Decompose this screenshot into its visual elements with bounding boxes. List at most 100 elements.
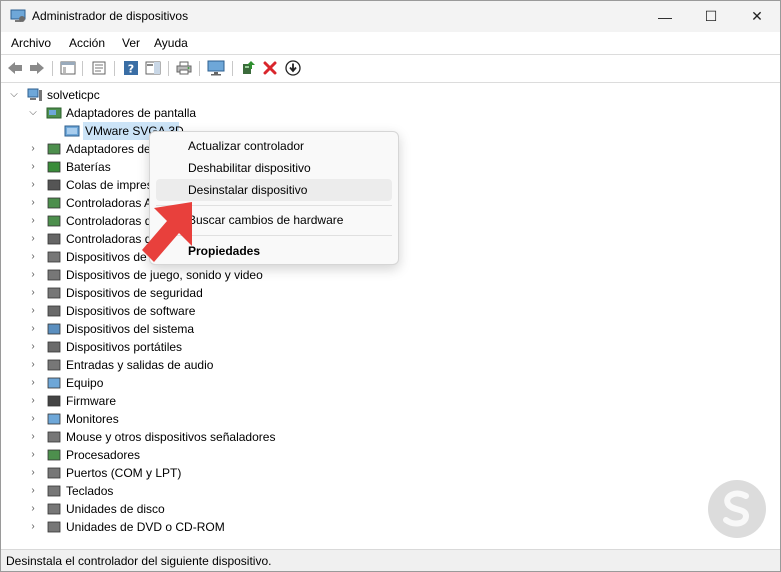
expand-chevron-icon[interactable]: › bbox=[28, 464, 38, 482]
tree-category[interactable]: › Dispositivos de seguridad bbox=[1, 284, 301, 302]
tree-root[interactable]: ⌵ solveticpc bbox=[1, 86, 301, 104]
title-bar: Administrador de dispositivos — ☐ ✕ bbox=[1, 1, 780, 32]
tree-category[interactable]: › Unidades de DVD o CD-ROM bbox=[1, 518, 301, 536]
print-button[interactable] bbox=[175, 59, 193, 77]
toolbar-separator bbox=[232, 61, 233, 76]
category-label: Puertos (COM y LPT) bbox=[66, 466, 182, 480]
download-circle-icon bbox=[285, 60, 301, 76]
expand-chevron-icon[interactable]: › bbox=[28, 284, 38, 302]
category-label: Dispositivos portátiles bbox=[66, 340, 183, 354]
collapse-chevron-icon[interactable]: ⌵ bbox=[28, 104, 38, 122]
menu-ayuda[interactable]: Ayuda bbox=[154, 36, 188, 50]
expand-chevron-icon[interactable]: › bbox=[28, 482, 38, 500]
help-button[interactable]: ? bbox=[122, 59, 140, 77]
display-adapter-icon bbox=[46, 107, 62, 119]
tree-category[interactable]: › Teclados bbox=[1, 482, 301, 500]
tree-category[interactable]: › Equipo bbox=[1, 374, 301, 392]
tree-category[interactable]: › Entradas y salidas de audio bbox=[1, 356, 301, 374]
expand-chevron-icon[interactable]: › bbox=[28, 302, 38, 320]
update-driver-icon bbox=[243, 61, 255, 74]
tree-category[interactable]: › Dispositivos del sistema bbox=[1, 320, 301, 338]
expand-chevron-icon[interactable]: › bbox=[28, 392, 38, 410]
category-label: Equipo bbox=[66, 376, 104, 390]
expand-chevron-icon[interactable]: › bbox=[28, 338, 38, 356]
expand-chevron-icon[interactable]: › bbox=[28, 320, 38, 338]
expand-chevron-icon[interactable]: › bbox=[28, 500, 38, 518]
collapse-chevron-icon[interactable]: ⌵ bbox=[9, 86, 19, 104]
expand-chevron-icon[interactable]: › bbox=[28, 374, 38, 392]
menu-item-disable-device[interactable]: Deshabilitar dispositivo bbox=[156, 157, 392, 179]
category-label: Adaptadores de pantalla bbox=[66, 106, 197, 120]
tree-category[interactable]: › Procesadores bbox=[1, 446, 301, 464]
category-icon bbox=[47, 341, 61, 353]
expand-chevron-icon[interactable]: › bbox=[28, 356, 38, 374]
console-tree-icon bbox=[60, 61, 76, 75]
category-icon bbox=[47, 449, 61, 461]
tree-category[interactable]: › Mouse y otros dispositivos señaladores bbox=[1, 428, 301, 446]
toolbar-separator bbox=[168, 61, 169, 76]
close-icon: ✕ bbox=[751, 8, 763, 24]
expand-chevron-icon[interactable]: › bbox=[28, 176, 38, 194]
menu-item-uninstall-device[interactable]: Desinstalar dispositivo bbox=[156, 179, 392, 201]
expand-chevron-icon[interactable]: › bbox=[28, 518, 38, 536]
expand-chevron-icon[interactable]: › bbox=[28, 446, 38, 464]
tree-category[interactable]: › Unidades de disco bbox=[1, 500, 301, 518]
category-label: Teclados bbox=[66, 484, 114, 498]
category-icon bbox=[47, 269, 61, 281]
enable-device-button[interactable] bbox=[284, 59, 302, 77]
menu-item-label: Actualizar controlador bbox=[188, 139, 305, 153]
window-title: Administrador de dispositivos bbox=[32, 9, 189, 23]
device-manager-window: Administrador de dispositivos — ☐ ✕ Arch… bbox=[0, 0, 781, 572]
status-bar: Desinstala el controlador del siguiente … bbox=[1, 549, 780, 571]
expand-chevron-icon[interactable]: › bbox=[28, 248, 38, 266]
minimize-button[interactable]: — bbox=[642, 1, 688, 32]
expand-chevron-icon[interactable]: › bbox=[28, 140, 38, 158]
properties-button[interactable] bbox=[90, 59, 108, 77]
computer-icon bbox=[27, 88, 42, 101]
scan-hardware-button[interactable] bbox=[207, 59, 225, 77]
expand-chevron-icon[interactable]: › bbox=[28, 230, 38, 248]
uninstall-device-button[interactable] bbox=[261, 59, 279, 77]
show-hide-console-tree-button[interactable] bbox=[59, 59, 77, 77]
category-icon bbox=[47, 323, 61, 335]
category-icon bbox=[47, 251, 61, 263]
update-driver-button[interactable] bbox=[239, 59, 257, 77]
action-pane-icon bbox=[145, 61, 161, 75]
toolbar-separator bbox=[52, 61, 53, 76]
tree-category[interactable]: › Puertos (COM y LPT) bbox=[1, 464, 301, 482]
category-icon bbox=[47, 197, 61, 209]
menu-accion[interactable]: Acción bbox=[69, 36, 105, 50]
back-button[interactable] bbox=[6, 59, 24, 77]
expand-chevron-icon[interactable]: › bbox=[28, 410, 38, 428]
tree-category[interactable]: › Monitores bbox=[1, 410, 301, 428]
category-label: Baterías bbox=[66, 160, 111, 174]
expand-chevron-icon[interactable]: › bbox=[28, 212, 38, 230]
forward-arrow-icon bbox=[30, 62, 44, 74]
maximize-button[interactable]: ☐ bbox=[688, 1, 734, 32]
close-button[interactable]: ✕ bbox=[734, 1, 780, 32]
expand-chevron-icon[interactable]: › bbox=[28, 266, 38, 284]
category-icon bbox=[47, 377, 61, 389]
category-icon bbox=[47, 431, 61, 443]
menu-item-update-driver[interactable]: Actualizar controlador bbox=[156, 135, 392, 157]
expand-chevron-icon[interactable]: › bbox=[28, 428, 38, 446]
tree-category[interactable]: › Dispositivos portátiles bbox=[1, 338, 301, 356]
category-label: Dispositivos de seguridad bbox=[66, 286, 203, 300]
category-icon bbox=[47, 503, 61, 515]
menu-archivo[interactable]: Archivo bbox=[11, 36, 51, 50]
tree-category[interactable]: › Firmware bbox=[1, 392, 301, 410]
action-pane-button[interactable] bbox=[144, 59, 162, 77]
properties-icon bbox=[92, 61, 106, 75]
tree-category-display-adapters[interactable]: ⌵ Adaptadores de pantalla bbox=[1, 104, 301, 122]
category-icon bbox=[47, 395, 61, 407]
menu-ver[interactable]: Ver bbox=[122, 36, 140, 50]
forward-button[interactable] bbox=[28, 59, 46, 77]
category-icon bbox=[47, 413, 61, 425]
category-label: Unidades de disco bbox=[66, 502, 165, 516]
category-label: Entradas y salidas de audio bbox=[66, 358, 214, 372]
tree-category[interactable]: › Dispositivos de software bbox=[1, 302, 301, 320]
expand-chevron-icon[interactable]: › bbox=[28, 158, 38, 176]
toolbar-separator bbox=[199, 61, 200, 76]
root-label: solveticpc bbox=[47, 88, 100, 102]
expand-chevron-icon[interactable]: › bbox=[28, 194, 38, 212]
